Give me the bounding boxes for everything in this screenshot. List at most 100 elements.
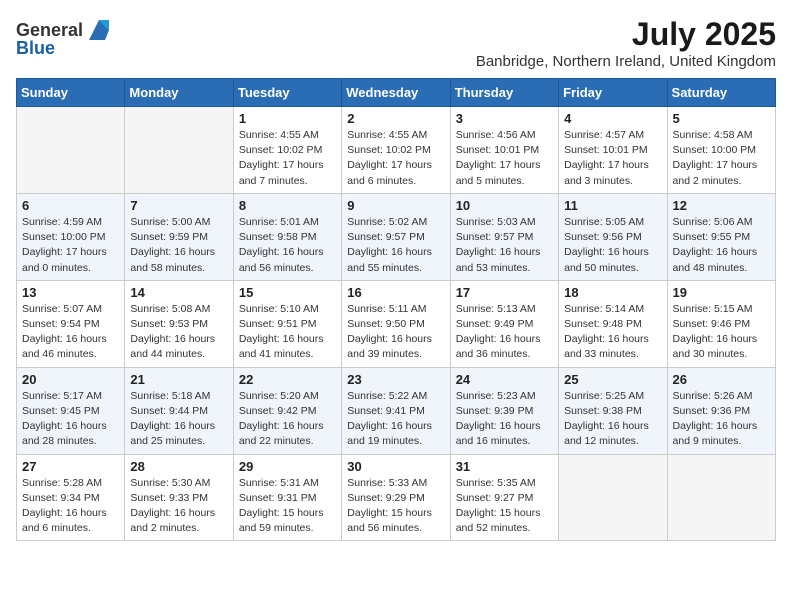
day-number: 17 bbox=[456, 285, 553, 300]
day-number: 14 bbox=[130, 285, 227, 300]
weekday-header: Monday bbox=[125, 79, 233, 107]
day-info: Sunrise: 5:18 AM Sunset: 9:44 PM Dayligh… bbox=[130, 389, 227, 450]
day-info: Sunrise: 5:13 AM Sunset: 9:49 PM Dayligh… bbox=[456, 302, 553, 363]
calendar-table: SundayMondayTuesdayWednesdayThursdayFrid… bbox=[16, 78, 776, 541]
calendar-cell: 28 Sunrise: 5:30 AM Sunset: 9:33 PM Dayli… bbox=[125, 454, 233, 541]
calendar-week-row: 20 Sunrise: 5:17 AM Sunset: 9:45 PM Dayli… bbox=[17, 367, 776, 454]
day-info: Sunrise: 5:28 AM Sunset: 9:34 PM Dayligh… bbox=[22, 476, 119, 537]
day-number: 31 bbox=[456, 459, 553, 474]
day-number: 26 bbox=[673, 372, 770, 387]
day-number: 4 bbox=[564, 111, 661, 126]
day-number: 30 bbox=[347, 459, 444, 474]
calendar-cell: 24Sunrise: 5:23 AM Sunset: 9:39 PM Dayli… bbox=[450, 367, 558, 454]
calendar-week-row: 6 Sunrise: 4:59 AM Sunset: 10:00 PM Dayli… bbox=[17, 193, 776, 280]
day-info: Sunrise: 4:57 AM Sunset: 10:01 PM Daylig… bbox=[564, 128, 661, 189]
day-info: Sunrise: 5:14 AM Sunset: 9:48 PM Dayligh… bbox=[564, 302, 661, 363]
day-number: 23 bbox=[347, 372, 444, 387]
day-info: Sunrise: 5:01 AM Sunset: 9:58 PM Dayligh… bbox=[239, 215, 336, 276]
day-number: 28 bbox=[130, 459, 227, 474]
calendar-cell: 8 Sunrise: 5:01 AM Sunset: 9:58 PM Daylig… bbox=[233, 193, 341, 280]
day-number: 12 bbox=[673, 198, 770, 213]
calendar-week-row: 13Sunrise: 5:07 AM Sunset: 9:54 PM Dayli… bbox=[17, 280, 776, 367]
calendar-cell: 3 Sunrise: 4:56 AM Sunset: 10:01 PM Dayli… bbox=[450, 107, 558, 194]
day-info: Sunrise: 5:07 AM Sunset: 9:54 PM Dayligh… bbox=[22, 302, 119, 363]
day-info: Sunrise: 4:56 AM Sunset: 10:01 PM Daylig… bbox=[456, 128, 553, 189]
calendar-cell: 14 Sunrise: 5:08 AM Sunset: 9:53 PM Dayli… bbox=[125, 280, 233, 367]
calendar-cell: 30 Sunrise: 5:33 AM Sunset: 9:29 PM Dayli… bbox=[342, 454, 450, 541]
day-info: Sunrise: 5:30 AM Sunset: 9:33 PM Dayligh… bbox=[130, 476, 227, 537]
calendar-cell: 4 Sunrise: 4:57 AM Sunset: 10:01 PM Dayli… bbox=[559, 107, 667, 194]
title-block: July 2025 Banbridge, Northern Ireland, U… bbox=[476, 16, 776, 70]
day-info: Sunrise: 4:55 AM Sunset: 10:02 PM Daylig… bbox=[347, 128, 444, 189]
day-info: Sunrise: 5:11 AM Sunset: 9:50 PM Dayligh… bbox=[347, 302, 444, 363]
weekday-header: Tuesday bbox=[233, 79, 341, 107]
calendar-cell: 7Sunrise: 5:00 AM Sunset: 9:59 PM Daylig… bbox=[125, 193, 233, 280]
day-number: 3 bbox=[456, 111, 553, 126]
calendar-cell: 26 Sunrise: 5:26 AM Sunset: 9:36 PM Dayli… bbox=[667, 367, 775, 454]
day-number: 11 bbox=[564, 198, 661, 213]
day-info: Sunrise: 5:10 AM Sunset: 9:51 PM Dayligh… bbox=[239, 302, 336, 363]
day-info: Sunrise: 5:02 AM Sunset: 9:57 PM Dayligh… bbox=[347, 215, 444, 276]
calendar-week-row: 27 Sunrise: 5:28 AM Sunset: 9:34 PM Dayli… bbox=[17, 454, 776, 541]
main-title: July 2025 bbox=[476, 16, 776, 53]
calendar-cell: 19 Sunrise: 5:15 AM Sunset: 9:46 PM Dayli… bbox=[667, 280, 775, 367]
weekday-header: Friday bbox=[559, 79, 667, 107]
subtitle: Banbridge, Northern Ireland, United King… bbox=[476, 53, 776, 70]
day-info: Sunrise: 5:31 AM Sunset: 9:31 PM Dayligh… bbox=[239, 476, 336, 537]
day-info: Sunrise: 4:59 AM Sunset: 10:00 PM Daylig… bbox=[22, 215, 119, 276]
calendar-cell: 5 Sunrise: 4:58 AM Sunset: 10:00 PM Dayli… bbox=[667, 107, 775, 194]
calendar-cell bbox=[125, 107, 233, 194]
day-number: 8 bbox=[239, 198, 336, 213]
day-info: Sunrise: 4:55 AM Sunset: 10:02 PM Daylig… bbox=[239, 128, 336, 189]
day-number: 18 bbox=[564, 285, 661, 300]
day-info: Sunrise: 5:25 AM Sunset: 9:38 PM Dayligh… bbox=[564, 389, 661, 450]
calendar-cell bbox=[667, 454, 775, 541]
calendar-cell: 20 Sunrise: 5:17 AM Sunset: 9:45 PM Dayli… bbox=[17, 367, 125, 454]
day-info: Sunrise: 5:22 AM Sunset: 9:41 PM Dayligh… bbox=[347, 389, 444, 450]
day-number: 5 bbox=[673, 111, 770, 126]
day-info: Sunrise: 5:08 AM Sunset: 9:53 PM Dayligh… bbox=[130, 302, 227, 363]
calendar-cell: 18 Sunrise: 5:14 AM Sunset: 9:48 PM Dayli… bbox=[559, 280, 667, 367]
day-info: Sunrise: 5:17 AM Sunset: 9:45 PM Dayligh… bbox=[22, 389, 119, 450]
weekday-header: Saturday bbox=[667, 79, 775, 107]
calendar-cell: 16 Sunrise: 5:11 AM Sunset: 9:50 PM Dayli… bbox=[342, 280, 450, 367]
calendar-cell: 27 Sunrise: 5:28 AM Sunset: 9:34 PM Dayli… bbox=[17, 454, 125, 541]
calendar-cell: 9Sunrise: 5:02 AM Sunset: 9:57 PM Daylig… bbox=[342, 193, 450, 280]
calendar-cell: 6 Sunrise: 4:59 AM Sunset: 10:00 PM Dayli… bbox=[17, 193, 125, 280]
day-number: 6 bbox=[22, 198, 119, 213]
logo-icon bbox=[85, 16, 113, 44]
calendar-cell: 12 Sunrise: 5:06 AM Sunset: 9:55 PM Dayli… bbox=[667, 193, 775, 280]
calendar-cell: 17 Sunrise: 5:13 AM Sunset: 9:49 PM Dayli… bbox=[450, 280, 558, 367]
calendar-cell: 13Sunrise: 5:07 AM Sunset: 9:54 PM Dayli… bbox=[17, 280, 125, 367]
calendar-cell: 11 Sunrise: 5:05 AM Sunset: 9:56 PM Dayli… bbox=[559, 193, 667, 280]
day-info: Sunrise: 5:05 AM Sunset: 9:56 PM Dayligh… bbox=[564, 215, 661, 276]
day-number: 22 bbox=[239, 372, 336, 387]
day-number: 20 bbox=[22, 372, 119, 387]
day-info: Sunrise: 5:26 AM Sunset: 9:36 PM Dayligh… bbox=[673, 389, 770, 450]
page-header: General Blue July 2025 Banbridge, Northe… bbox=[16, 16, 776, 70]
day-info: Sunrise: 4:58 AM Sunset: 10:00 PM Daylig… bbox=[673, 128, 770, 189]
calendar-cell: 31 Sunrise: 5:35 AM Sunset: 9:27 PM Dayli… bbox=[450, 454, 558, 541]
day-number: 25 bbox=[564, 372, 661, 387]
day-info: Sunrise: 5:20 AM Sunset: 9:42 PM Dayligh… bbox=[239, 389, 336, 450]
day-number: 19 bbox=[673, 285, 770, 300]
calendar-cell: 1 Sunrise: 4:55 AM Sunset: 10:02 PM Dayli… bbox=[233, 107, 341, 194]
calendar-cell bbox=[17, 107, 125, 194]
weekday-header: Thursday bbox=[450, 79, 558, 107]
day-number: 15 bbox=[239, 285, 336, 300]
day-info: Sunrise: 5:35 AM Sunset: 9:27 PM Dayligh… bbox=[456, 476, 553, 537]
day-number: 27 bbox=[22, 459, 119, 474]
weekday-header: Sunday bbox=[17, 79, 125, 107]
day-info: Sunrise: 5:06 AM Sunset: 9:55 PM Dayligh… bbox=[673, 215, 770, 276]
calendar-cell: 22 Sunrise: 5:20 AM Sunset: 9:42 PM Dayli… bbox=[233, 367, 341, 454]
day-number: 16 bbox=[347, 285, 444, 300]
day-info: Sunrise: 5:15 AM Sunset: 9:46 PM Dayligh… bbox=[673, 302, 770, 363]
day-number: 29 bbox=[239, 459, 336, 474]
calendar-header-row: SundayMondayTuesdayWednesdayThursdayFrid… bbox=[17, 79, 776, 107]
day-info: Sunrise: 5:33 AM Sunset: 9:29 PM Dayligh… bbox=[347, 476, 444, 537]
calendar-cell: 23 Sunrise: 5:22 AM Sunset: 9:41 PM Dayli… bbox=[342, 367, 450, 454]
day-number: 2 bbox=[347, 111, 444, 126]
day-info: Sunrise: 5:23 AM Sunset: 9:39 PM Dayligh… bbox=[456, 389, 553, 450]
logo: General Blue bbox=[16, 16, 113, 59]
day-number: 1 bbox=[239, 111, 336, 126]
